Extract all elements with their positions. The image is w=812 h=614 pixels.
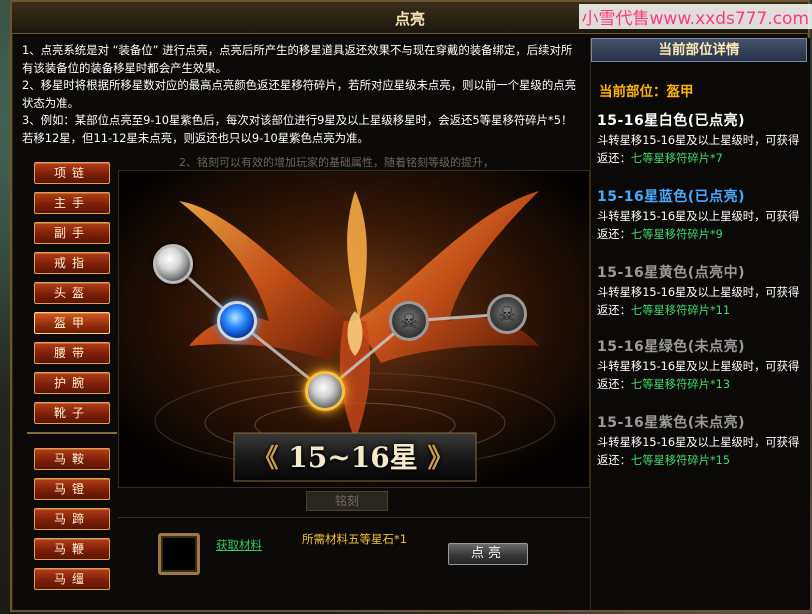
prev-arrow-icon[interactable]: 《 bbox=[253, 444, 279, 474]
tier-orb-yellow[interactable] bbox=[305, 371, 345, 411]
tier-orb-white[interactable] bbox=[153, 244, 193, 284]
slot-button-horseshoe[interactable]: 马蹄 bbox=[34, 508, 110, 530]
lighting-stage: ☠ ☠ 《 15~16星 》 bbox=[118, 170, 590, 488]
tier-description: 斗转星移15-16星及以上星级时，可获得返还：七等星移符碎片*9 bbox=[597, 208, 805, 244]
slot-button-necklace[interactable]: 项链 bbox=[34, 162, 110, 184]
lock-skull-icon: ☠ bbox=[400, 309, 418, 333]
intro-text: 1、点亮系统是对 “装备位” 进行点亮，点亮后所产生的移星道具返还效果不与现在穿… bbox=[22, 42, 582, 147]
tier-title: 15-16星紫色(未点亮) bbox=[597, 415, 746, 431]
tier-reward: 七等星移符碎片*9 bbox=[630, 228, 723, 241]
slot-button-saddle[interactable]: 马鞍 bbox=[34, 448, 110, 470]
detail-panel: 当前部位详情 当前部位：盔甲 15-16星白色(已点亮) 斗转星移15-16星及… bbox=[590, 38, 810, 610]
tier-description: 斗转星移15-16星及以上星级时，可获得返还：七等星移符碎片*13 bbox=[597, 358, 805, 394]
slot-button-belt[interactable]: 腰带 bbox=[34, 342, 110, 364]
ghost-text: 2、铭刻可以有效的增加玩家的基础属性，随着铭刻等级的提升， bbox=[179, 156, 494, 169]
tier-orb-purple[interactable]: ☠ bbox=[487, 294, 527, 334]
tier-orb-green[interactable]: ☠ bbox=[389, 301, 429, 341]
star-level-text: 15~16星 bbox=[288, 441, 418, 474]
tier-reward: 七等星移符碎片*7 bbox=[630, 152, 723, 165]
slot-button-bracer[interactable]: 护腕 bbox=[34, 372, 110, 394]
tier-title: 15-16星黄色(点亮中) bbox=[597, 265, 746, 281]
intro-line-3: 3、例如：某部位点亮至9-10星紫色后，每次对该部位进行9星及以上星级移星时，会… bbox=[22, 113, 573, 145]
star-level-label: 《 15~16星 》 bbox=[234, 437, 472, 479]
slot-button-whip[interactable]: 马鞭 bbox=[34, 538, 110, 560]
lock-skull-icon: ☠ bbox=[498, 302, 516, 326]
current-part-label: 当前部位：盔甲 bbox=[599, 84, 694, 100]
intro-line-1: 1、点亮系统是对 “装备位” 进行点亮，点亮后所产生的移星道具返还效果不与现在穿… bbox=[22, 43, 573, 75]
required-material-text: 所需材料五等星石*1 bbox=[302, 532, 408, 546]
slot-button-stirrup[interactable]: 马镫 bbox=[34, 478, 110, 500]
tier-description: 斗转星移15-16星及以上星级时，可获得返还：七等星移符碎片*11 bbox=[597, 284, 805, 320]
tier-reward: 七等星移符碎片*15 bbox=[630, 454, 731, 467]
intro-line-2: 2、移星时将根据所移星数对应的最高点亮颜色返还星移符碎片，若所对应星级未点亮，则… bbox=[22, 78, 576, 110]
inscription-tab[interactable]: 铭刻 bbox=[306, 491, 388, 511]
tier-title: 15-16星绿色(未点亮) bbox=[597, 339, 746, 355]
slot-divider bbox=[27, 432, 117, 440]
tier-description: 斗转星移15-16星及以上星级时，可获得返还：七等星移符碎片*7 bbox=[597, 132, 805, 168]
tier-entry-purple: 15-16星紫色(未点亮) 斗转星移15-16星及以上星级时，可获得返还：七等星… bbox=[597, 412, 805, 470]
tier-reward: 七等星移符碎片*13 bbox=[630, 378, 731, 391]
tier-entry-blue: 15-16星蓝色(已点亮) 斗转星移15-16星及以上星级时，可获得返还：七等星… bbox=[597, 186, 805, 244]
slot-button-helmet[interactable]: 头盔 bbox=[34, 282, 110, 304]
equipment-slot-list: 项链 主手 副手 戒指 头盔 盔甲 腰带 护腕 靴子 马鞍 马镫 马蹄 马鞭 马… bbox=[27, 162, 117, 598]
watermark-text: 小雪代售www.xxds777.com bbox=[578, 4, 812, 29]
tier-entry-yellow: 15-16星黄色(点亮中) 斗转星移15-16星及以上星级时，可获得返还：七等星… bbox=[597, 262, 805, 320]
material-slot[interactable] bbox=[158, 533, 200, 575]
tier-title: 15-16星蓝色(已点亮) bbox=[597, 189, 746, 205]
detail-header: 当前部位详情 bbox=[591, 38, 807, 62]
tier-entry-white: 15-16星白色(已点亮) 斗转星移15-16星及以上星级时，可获得返还：七等星… bbox=[597, 110, 805, 168]
slot-button-main-hand[interactable]: 主手 bbox=[34, 192, 110, 214]
slot-button-armor[interactable]: 盔甲 bbox=[34, 312, 110, 334]
tier-description: 斗转星移15-16星及以上星级时，可获得返还：七等星移符碎片*15 bbox=[597, 434, 805, 470]
tier-orb-blue[interactable] bbox=[217, 301, 257, 341]
next-arrow-icon[interactable]: 》 bbox=[427, 444, 453, 474]
slot-button-reins[interactable]: 马缰 bbox=[34, 568, 110, 590]
slot-button-ring[interactable]: 戒指 bbox=[34, 252, 110, 274]
tier-entry-green: 15-16星绿色(未点亮) 斗转星移15-16星及以上星级时，可获得返还：七等星… bbox=[597, 336, 805, 394]
light-up-button[interactable]: 点亮 bbox=[448, 543, 528, 565]
tier-title: 15-16星白色(已点亮) bbox=[597, 113, 746, 129]
get-material-link[interactable]: 获取材料 bbox=[216, 537, 262, 553]
slot-button-off-hand[interactable]: 副手 bbox=[34, 222, 110, 244]
slot-button-boots[interactable]: 靴子 bbox=[34, 402, 110, 424]
tier-reward: 七等星移符碎片*11 bbox=[630, 304, 731, 317]
